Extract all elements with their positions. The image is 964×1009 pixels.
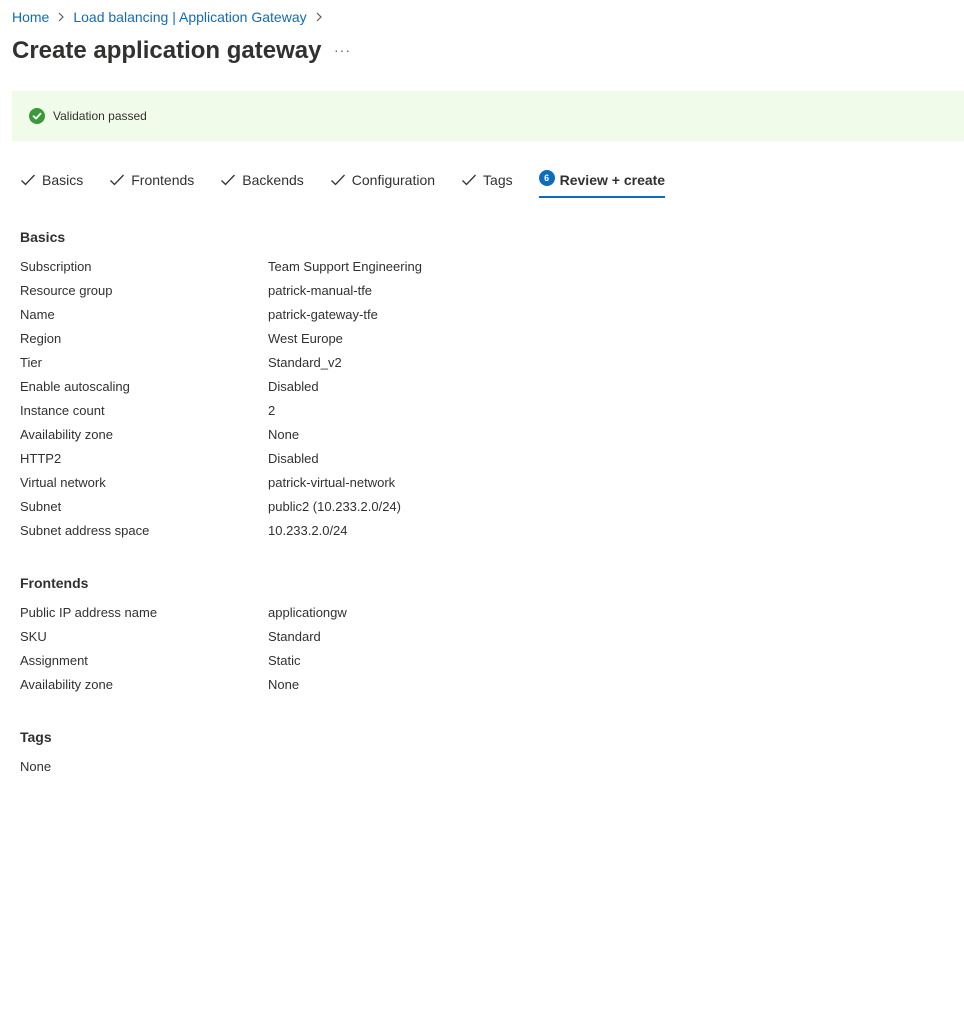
validation-message: Validation passed: [53, 109, 147, 123]
tab-label: Tags: [483, 172, 513, 188]
tab-label: Configuration: [351, 172, 436, 188]
step-number-badge: 6: [538, 170, 555, 186]
summary-value: Standard: [268, 629, 321, 644]
summary-value: West Europe: [268, 331, 343, 346]
summary-value: 2: [268, 403, 276, 418]
breadcrumb-parent-link[interactable]: Load balancing | Application Gateway: [73, 8, 306, 26]
summary-value: patrick-gateway-tfe: [268, 307, 378, 322]
summary-row: Virtual network patrick-virtual-network: [20, 474, 920, 498]
summary-row: Subnet address space 10.233.2.0/24: [20, 522, 920, 546]
summary-key: Availability zone: [20, 677, 113, 692]
chevron-right-icon: [315, 12, 323, 22]
summary-row: Enable autoscaling Disabled: [20, 378, 920, 402]
summary-row: Subscription Team Support Engineering: [20, 258, 920, 282]
checkmark-icon: [20, 172, 36, 188]
tab-configuration[interactable]: Configuration: [330, 168, 435, 192]
summary-key: Subnet address space: [20, 523, 150, 538]
summary-value: patrick-virtual-network: [268, 475, 396, 490]
summary-row: Public IP address name applicationgw: [20, 604, 920, 628]
breadcrumb: Home Load balancing | Application Gatewa…: [12, 8, 331, 26]
tab-review-create[interactable]: 6 Review + create: [538, 168, 666, 198]
summary-key: Region: [20, 331, 62, 346]
section-title: Tags: [20, 729, 52, 745]
summary-row: Assignment Static: [20, 652, 920, 676]
summary-row: Instance count 2: [20, 402, 920, 426]
summary-key: Name: [20, 307, 55, 322]
basics-rows: Subscription Team Support Engineering Reso…: [20, 258, 920, 546]
summary-value: None: [268, 677, 300, 692]
summary-value: Team Support Engineering: [268, 259, 422, 274]
summary-value: None: [268, 427, 300, 442]
summary-key: Subnet: [20, 499, 62, 514]
tab-label: Basics: [42, 172, 84, 188]
summary-key: HTTP2: [20, 451, 62, 466]
summary-key: Public IP address name: [20, 605, 158, 620]
chevron-right-icon: [57, 12, 65, 22]
summary-value: public2 (10.233.2.0/24): [268, 499, 401, 514]
summary-row: Availability zone None: [20, 676, 920, 700]
summary-key: Subscription: [20, 259, 92, 274]
tab-label: Frontends: [131, 172, 195, 188]
tab-basics[interactable]: Basics: [20, 168, 83, 192]
tags-value: None: [20, 759, 52, 774]
frontends-section: Frontends Public IP address name applicat…: [20, 574, 920, 700]
summary-key: Enable autoscaling: [20, 379, 130, 394]
summary-value: applicationgw: [268, 605, 347, 620]
more-options-button[interactable]: ···: [334, 42, 351, 58]
section-title: Frontends: [20, 575, 89, 591]
summary-row: HTTP2 Disabled: [20, 450, 920, 474]
summary-value: Disabled: [268, 379, 319, 394]
summary-row: SKU Standard: [20, 628, 920, 652]
checkmark-icon: [109, 172, 125, 188]
tags-section: Tags None: [20, 728, 920, 776]
summary-key: SKU: [20, 629, 47, 644]
tab-backends[interactable]: Backends: [220, 168, 304, 192]
frontends-rows: Public IP address name applicationgw SKU St…: [20, 604, 920, 700]
section-title: Basics: [20, 229, 66, 245]
summary-key: Resource group: [20, 283, 113, 298]
tab-label: Backends: [242, 172, 304, 188]
summary-key: Instance count: [20, 403, 105, 418]
summary-key: Tier: [20, 355, 42, 370]
tab-label: Review + create: [559, 172, 666, 188]
summary-row: Resource group patrick-manual-tfe: [20, 282, 920, 306]
validation-banner: Validation passed: [12, 91, 964, 141]
summary-row: Tier Standard_v2: [20, 354, 920, 378]
page-title: Create application gateway: [12, 37, 322, 64]
summary-row: Name patrick-gateway-tfe: [20, 306, 920, 330]
wizard-tabs: Basics Frontends Backends Configuration …: [20, 168, 691, 198]
summary-value: 10.233.2.0/24: [268, 523, 348, 538]
summary-value: Standard_v2: [268, 355, 342, 370]
summary-value: patrick-manual-tfe: [268, 283, 373, 298]
checkmark-icon: [330, 172, 346, 188]
tab-tags[interactable]: Tags: [461, 168, 513, 192]
tab-frontends[interactable]: Frontends: [109, 168, 194, 192]
summary-row: Availability zone None: [20, 426, 920, 450]
summary-value: Static: [268, 653, 301, 668]
summary-key: Availability zone: [20, 427, 113, 442]
basics-section: Basics Subscription Team Support Engineer…: [20, 228, 920, 546]
summary-row: Region West Europe: [20, 330, 920, 354]
review-content: Basics Subscription Team Support Engineer…: [20, 228, 920, 804]
summary-row: Subnet public2 (10.233.2.0/24): [20, 498, 920, 522]
breadcrumb-home-link[interactable]: Home: [12, 8, 49, 26]
checkmark-icon: [461, 172, 477, 188]
success-check-icon: [29, 108, 45, 124]
summary-key: Assignment: [20, 653, 88, 668]
summary-key: Virtual network: [20, 475, 106, 490]
summary-value: Disabled: [268, 451, 319, 466]
checkmark-icon: [220, 172, 236, 188]
